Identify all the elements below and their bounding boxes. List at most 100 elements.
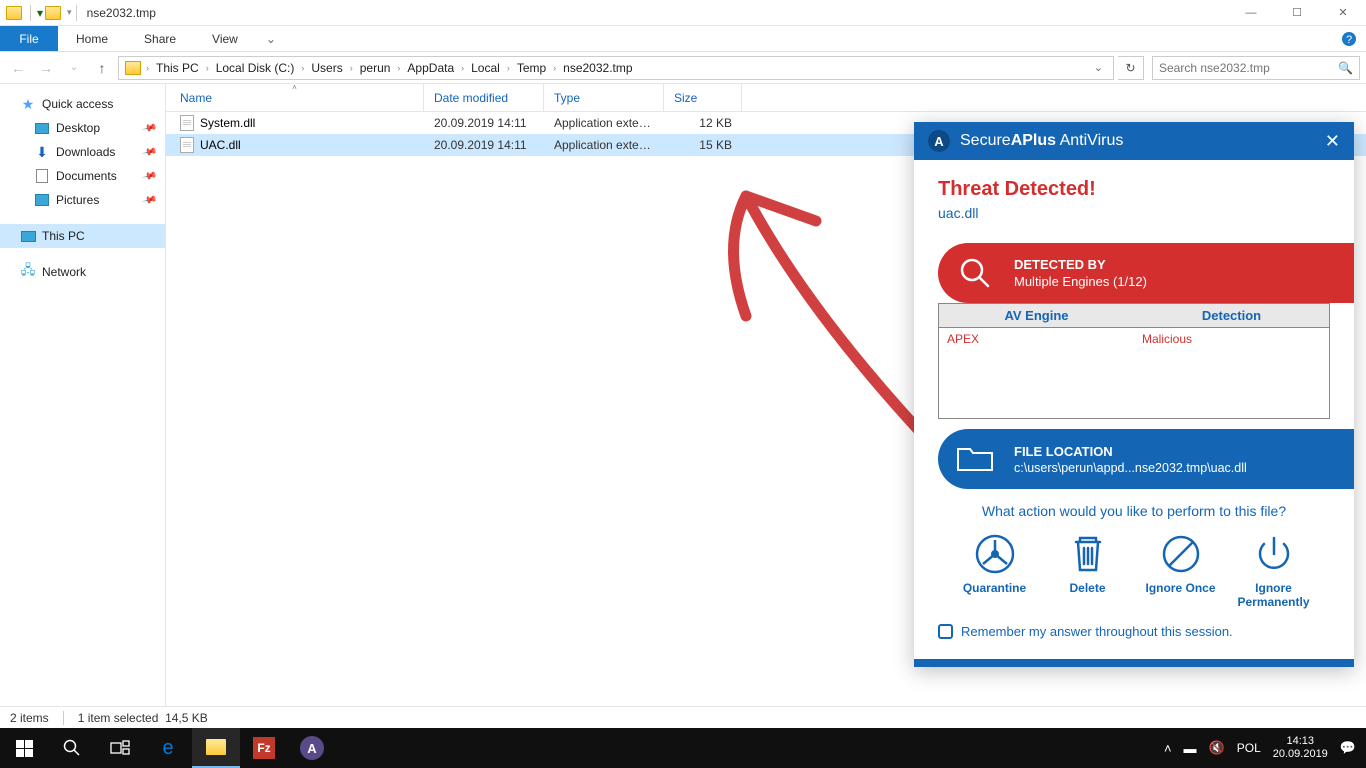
- sidebar-item-downloads[interactable]: ⬇Downloads📌: [0, 140, 165, 164]
- forward-button[interactable]: →: [34, 56, 58, 80]
- app-logo-icon: A: [928, 130, 950, 152]
- threat-filename: uac.dll: [938, 205, 1330, 221]
- system-tray: ˄ ▬ 🔇 POL 14:1320.09.2019 💬: [1158, 728, 1366, 768]
- tab-view[interactable]: View: [194, 26, 256, 51]
- star-icon: ★: [20, 97, 36, 111]
- action-question: What action would you like to perform to…: [938, 503, 1330, 519]
- status-bar: 2 items 1 item selected 14,5 KB: [0, 706, 1366, 728]
- status-item-count: 2 items: [10, 711, 49, 725]
- ribbon-collapse-icon[interactable]: ⌄: [256, 26, 286, 51]
- back-button[interactable]: ←: [6, 56, 30, 80]
- minimize-button[interactable]: —: [1228, 0, 1274, 26]
- quarantine-button[interactable]: Quarantine: [955, 533, 1035, 610]
- taskbar-explorer[interactable]: [192, 728, 240, 768]
- breadcrumb[interactable]: › This PC› Local Disk (C:)› Users› perun…: [118, 56, 1114, 80]
- action-buttons: Quarantine Delete Ignore Once Ignore Per…: [938, 533, 1330, 610]
- engine-table: AV Engine Detection APEX Malicious: [938, 303, 1330, 419]
- tab-share[interactable]: Share: [126, 26, 194, 51]
- pc-icon: [20, 229, 36, 243]
- delete-button[interactable]: Delete: [1048, 533, 1128, 610]
- taskbar: e Fz A ˄ ▬ 🔇 POL 14:1320.09.2019 💬: [0, 728, 1366, 768]
- popup-footer-bar: [914, 659, 1354, 667]
- breadcrumb-dropdown-icon[interactable]: ⌄: [1090, 61, 1107, 74]
- file-date: 20.09.2019 14:11: [424, 116, 544, 130]
- close-button[interactable]: ✕: [1320, 0, 1366, 26]
- taskbar-secureaplus[interactable]: A: [288, 728, 336, 768]
- quickaccess-check-icon[interactable]: ▾: [37, 6, 43, 20]
- engine-name: APEX: [939, 328, 1134, 418]
- sidebar-item-desktop[interactable]: Desktop📌: [0, 116, 165, 140]
- refresh-button[interactable]: ↻: [1118, 56, 1144, 80]
- sidebar-item-quickaccess[interactable]: ★Quick access: [0, 92, 165, 116]
- tray-volume-icon[interactable]: 🔇: [1203, 728, 1231, 768]
- tray-clock[interactable]: 14:1320.09.2019: [1267, 728, 1334, 768]
- popup-header: A SecureAPlus AntiVirus ✕: [914, 122, 1354, 160]
- crumb-thispc[interactable]: This PC: [150, 61, 205, 75]
- file-location-path: c:\users\perun\appd...nse2032.tmp\uac.dl…: [1014, 461, 1247, 475]
- navigation-pane: ★Quick access Desktop📌 ⬇Downloads📌 Docum…: [0, 84, 166, 706]
- search-input[interactable]: [1159, 61, 1338, 75]
- window-title: nse2032.tmp: [87, 6, 156, 20]
- ignore-once-button[interactable]: Ignore Once: [1141, 533, 1221, 610]
- qat-dropdown-icon[interactable]: ▾: [67, 7, 72, 18]
- action-center-icon[interactable]: 💬: [1334, 728, 1362, 768]
- taskbar-filezilla[interactable]: Fz: [240, 728, 288, 768]
- crumb-perun[interactable]: perun: [354, 61, 397, 75]
- file-date: 20.09.2019 14:11: [424, 138, 544, 152]
- crumb-current[interactable]: nse2032.tmp: [557, 61, 638, 75]
- crumb-temp[interactable]: Temp: [511, 61, 552, 75]
- crumb-users[interactable]: Users: [305, 61, 348, 75]
- power-icon: [1253, 533, 1295, 575]
- maximize-button[interactable]: ☐: [1274, 0, 1320, 26]
- sidebar-item-pictures[interactable]: Pictures📌: [0, 188, 165, 212]
- taskview-button[interactable]: [96, 728, 144, 768]
- column-date[interactable]: Date modified: [424, 84, 544, 111]
- folder-icon: [125, 61, 141, 75]
- up-button[interactable]: ↑: [90, 56, 114, 80]
- crumb-appdata[interactable]: AppData: [401, 61, 460, 75]
- detected-by-value: Multiple Engines (1/12): [1014, 274, 1147, 289]
- folder-icon: [6, 6, 22, 20]
- file-location-banner: FILE LOCATION c:\users\perun\appd...nse2…: [938, 429, 1354, 489]
- tray-language[interactable]: POL: [1231, 728, 1267, 768]
- search-box[interactable]: 🔍: [1152, 56, 1360, 80]
- column-size[interactable]: Size: [664, 84, 742, 111]
- popup-close-button[interactable]: ✕: [1325, 131, 1340, 152]
- checkbox[interactable]: [938, 624, 953, 639]
- col-av-engine: AV Engine: [939, 304, 1134, 327]
- taskbar-edge[interactable]: e: [144, 728, 192, 768]
- file-type: Application extens...: [544, 138, 664, 152]
- pin-icon: 📌: [141, 120, 157, 136]
- title-bar: ▾ ▾ nse2032.tmp — ☐ ✕: [0, 0, 1366, 26]
- search-icon[interactable]: 🔍: [1338, 61, 1353, 75]
- status-selected: 1 item selected 14,5 KB: [78, 711, 208, 725]
- sidebar-item-network[interactable]: 🖧Network: [0, 260, 165, 284]
- engine-detection: Malicious: [1134, 328, 1329, 418]
- start-button[interactable]: [0, 728, 48, 768]
- sidebar-item-thispc[interactable]: This PC: [0, 224, 165, 248]
- engine-row: APEX Malicious: [939, 328, 1329, 418]
- crumb-c[interactable]: Local Disk (C:): [210, 61, 301, 75]
- threat-heading: Threat Detected!: [938, 178, 1330, 201]
- help-icon[interactable]: ?: [1336, 26, 1362, 51]
- file-size: 12 KB: [664, 116, 742, 130]
- svg-text:?: ?: [1346, 34, 1352, 46]
- sidebar-item-documents[interactable]: Documents📌: [0, 164, 165, 188]
- folder-icon: [45, 6, 61, 20]
- tray-battery-icon[interactable]: ▬: [1178, 728, 1203, 768]
- search-button[interactable]: [48, 728, 96, 768]
- column-type[interactable]: Type: [544, 84, 664, 111]
- recent-dropdown-icon[interactable]: ⌄: [62, 56, 86, 80]
- tab-home[interactable]: Home: [58, 26, 126, 51]
- desktop-icon: [34, 121, 50, 135]
- column-headers: Name˄ Date modified Type Size: [166, 84, 1366, 112]
- remember-checkbox-row[interactable]: Remember my answer throughout this sessi…: [938, 624, 1330, 639]
- address-bar: ← → ⌄ ↑ › This PC› Local Disk (C:)› User…: [0, 52, 1366, 84]
- column-name[interactable]: Name˄: [166, 84, 424, 111]
- tray-chevron-icon[interactable]: ˄: [1158, 728, 1178, 768]
- popup-title: SecureAPlus AntiVirus: [960, 132, 1123, 150]
- picture-icon: [34, 193, 50, 207]
- crumb-local[interactable]: Local: [465, 61, 506, 75]
- tab-file[interactable]: File: [0, 26, 58, 51]
- ignore-permanently-button[interactable]: Ignore Permanently: [1234, 533, 1314, 610]
